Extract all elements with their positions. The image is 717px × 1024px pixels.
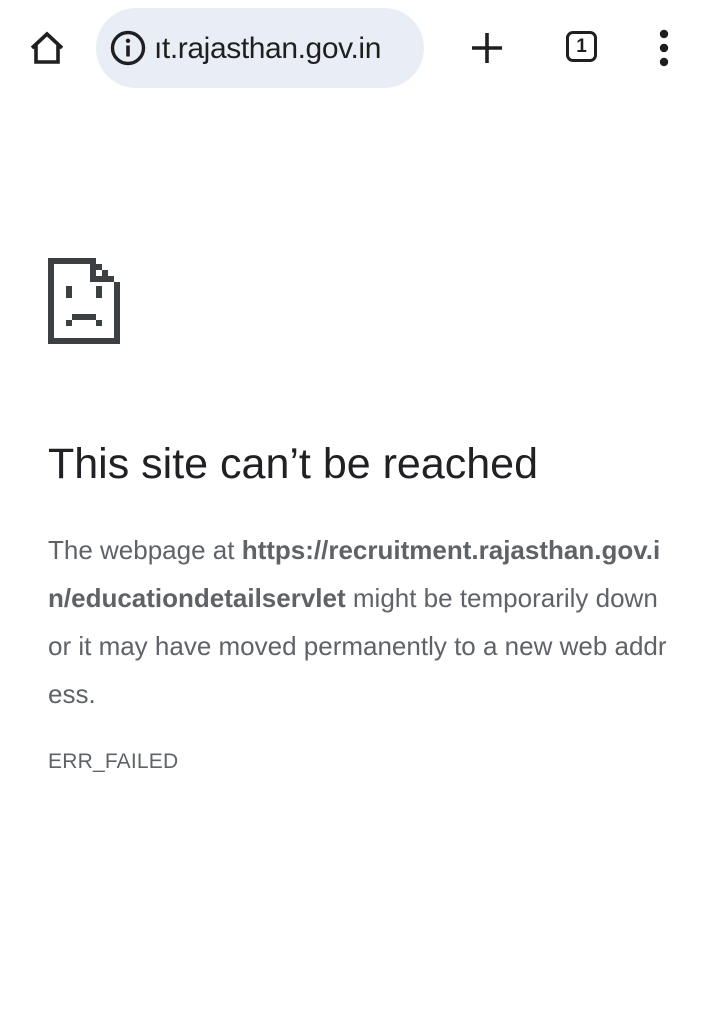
error-code: ERR_FAILED: [48, 750, 179, 773]
tab-count-badge: 1: [566, 31, 597, 62]
sad-page-icon: [48, 258, 120, 344]
info-icon[interactable]: [110, 30, 146, 66]
home-button[interactable]: [24, 26, 70, 70]
error-body-prefix: The webpage at: [48, 535, 242, 565]
tab-switcher-button[interactable]: 1: [562, 26, 606, 70]
new-tab-button[interactable]: [464, 26, 510, 70]
browser-toolbar: ıt.rajasthan.gov.in 1: [0, 0, 717, 96]
tab-count: 1: [576, 36, 587, 57]
error-title: This site can’t be reached: [48, 440, 538, 488]
menu-button[interactable]: [644, 26, 684, 70]
more-vert-icon: [659, 29, 669, 67]
url-value: ıt.rajasthan.gov.in: [154, 34, 381, 64]
plus-icon: [472, 33, 502, 63]
error-description: The webpage at https://recruitment.rajas…: [48, 526, 678, 718]
home-icon: [30, 31, 64, 64]
address-bar[interactable]: ıt.rajasthan.gov.in: [96, 8, 424, 88]
url-text[interactable]: ıt.rajasthan.gov.in: [154, 34, 416, 64]
